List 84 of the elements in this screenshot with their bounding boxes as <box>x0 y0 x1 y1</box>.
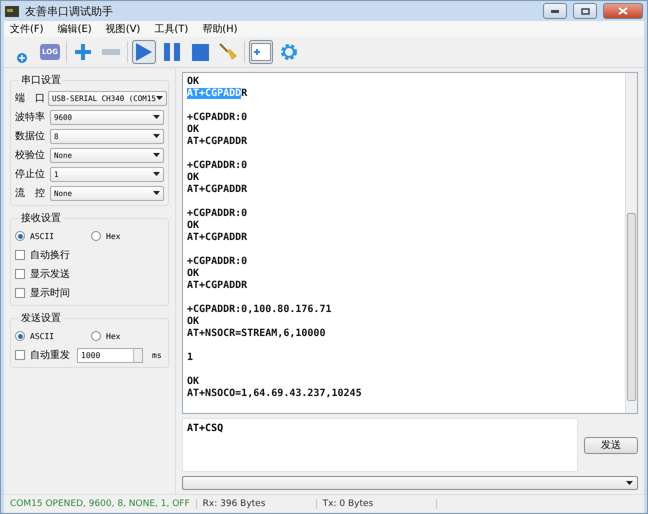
log-line: AT+NSOCO=1,64.69.43.237,10245 <box>187 388 362 400</box>
plus-icon[interactable] <box>74 43 92 61</box>
radio-label: Hex <box>106 232 120 240</box>
caret-icon <box>153 153 160 157</box>
group-title: 发送设置 <box>19 311 63 325</box>
checkbox-label: 自动换行 <box>30 249 70 262</box>
radio-label: ASCII <box>30 232 54 240</box>
unit-label: ms <box>152 350 162 360</box>
log-line: OK <box>187 76 200 88</box>
settings-icon <box>279 42 299 62</box>
log-line: +CGPADDR:0 <box>187 208 248 220</box>
status-text: Rx: 396 Bytes <box>196 499 317 509</box>
group-title: 串口设置 <box>19 73 63 87</box>
radio-button[interactable] <box>91 331 101 341</box>
toolbar-button[interactable] <box>132 40 156 64</box>
maximize-button[interactable] <box>573 3 597 19</box>
checkbox[interactable] <box>15 288 25 298</box>
field-label: 端 口 <box>15 92 45 105</box>
close-button[interactable] <box>603 3 643 19</box>
pause-icon <box>163 42 181 62</box>
caret-icon <box>153 134 160 138</box>
stop-icon <box>192 44 208 60</box>
broom-icon <box>218 42 238 62</box>
log-line: AT+CGPADDR <box>187 232 248 244</box>
log-line: OK <box>187 376 200 388</box>
field-label: 流 控 <box>15 186 46 200</box>
toolbar-button[interactable] <box>249 40 273 64</box>
group-title: 接收设置 <box>19 211 63 225</box>
play-icon <box>135 42 153 62</box>
send-button[interactable]: 发送 <box>584 436 638 454</box>
add-port-icon[interactable] <box>17 53 27 63</box>
menu-item[interactable]: 编辑(E) <box>58 22 92 36</box>
caret-icon <box>153 191 160 195</box>
caret-icon <box>153 172 160 176</box>
radio-label: Hex <box>106 332 120 340</box>
status-text: COM15 OPENED, 9600, 8, NONE, 1, OFF <box>4 499 197 509</box>
checkbox[interactable] <box>15 250 25 260</box>
log-line: 1 <box>187 352 194 364</box>
checkbox-label: 自动重发 <box>30 348 70 362</box>
checkbox-label: 显示时间 <box>30 286 70 300</box>
radio-button[interactable] <box>15 331 25 341</box>
menu-item[interactable]: 文件(F) <box>10 22 44 36</box>
log-line: AT+NSOCR=STREAM,6,10000 <box>187 328 326 340</box>
checkbox-label: 显示发送 <box>30 268 70 281</box>
close-icon <box>618 7 628 15</box>
caret-icon <box>153 115 160 119</box>
log-line: +CGPADDR:0 <box>187 256 248 268</box>
menu-item[interactable]: 帮助(H) <box>202 22 238 36</box>
field-label: 停止位 <box>15 168 46 181</box>
log-line: AT+CGPADDR <box>187 280 248 292</box>
interval-field[interactable]: 1000 <box>77 348 143 362</box>
scrollbar[interactable] <box>625 73 637 413</box>
menu-item[interactable]: 视图(V) <box>106 22 140 36</box>
log-line: OK <box>187 172 200 184</box>
app-icon <box>5 6 19 16</box>
history-dropdown[interactable] <box>182 476 638 490</box>
log-line: OK <box>187 220 200 232</box>
log-line: +CGPADDR:0 <box>187 160 248 172</box>
log-line: AT+CGPADDR <box>187 136 248 148</box>
caret-icon <box>156 96 163 100</box>
radio-button[interactable] <box>15 231 25 241</box>
caret-icon <box>626 481 633 485</box>
panel-icon <box>251 43 271 61</box>
menu-item[interactable]: 工具(T) <box>154 22 188 36</box>
field-label: 数据位 <box>15 130 46 143</box>
log-line: +CGPADDR:0,100.80.176.71 <box>187 304 332 316</box>
log-line: +CGPADDR:0 <box>187 112 248 124</box>
radio-label: ASCII <box>30 332 54 340</box>
window-title: 友善串口调试助手 <box>25 4 114 18</box>
log-line: OK <box>187 268 200 280</box>
log-line: OK <box>187 124 200 136</box>
minimize-icon <box>551 10 559 12</box>
send-input[interactable]: AT+CSQ <box>182 418 578 472</box>
status-text: Tx: 0 Bytes <box>316 499 437 509</box>
checkbox[interactable] <box>15 269 25 279</box>
log-line: AT+CGPADDR <box>187 88 248 100</box>
log-line: AT+CGPADDR <box>187 184 248 196</box>
minimize-button[interactable] <box>543 3 567 19</box>
maximize-icon <box>580 8 590 14</box>
field-label: 波特率 <box>15 110 46 124</box>
field-label: 校验位 <box>15 148 46 162</box>
radio-button[interactable] <box>91 231 101 241</box>
checkbox[interactable] <box>15 350 25 360</box>
log-line: OK <box>187 316 200 328</box>
